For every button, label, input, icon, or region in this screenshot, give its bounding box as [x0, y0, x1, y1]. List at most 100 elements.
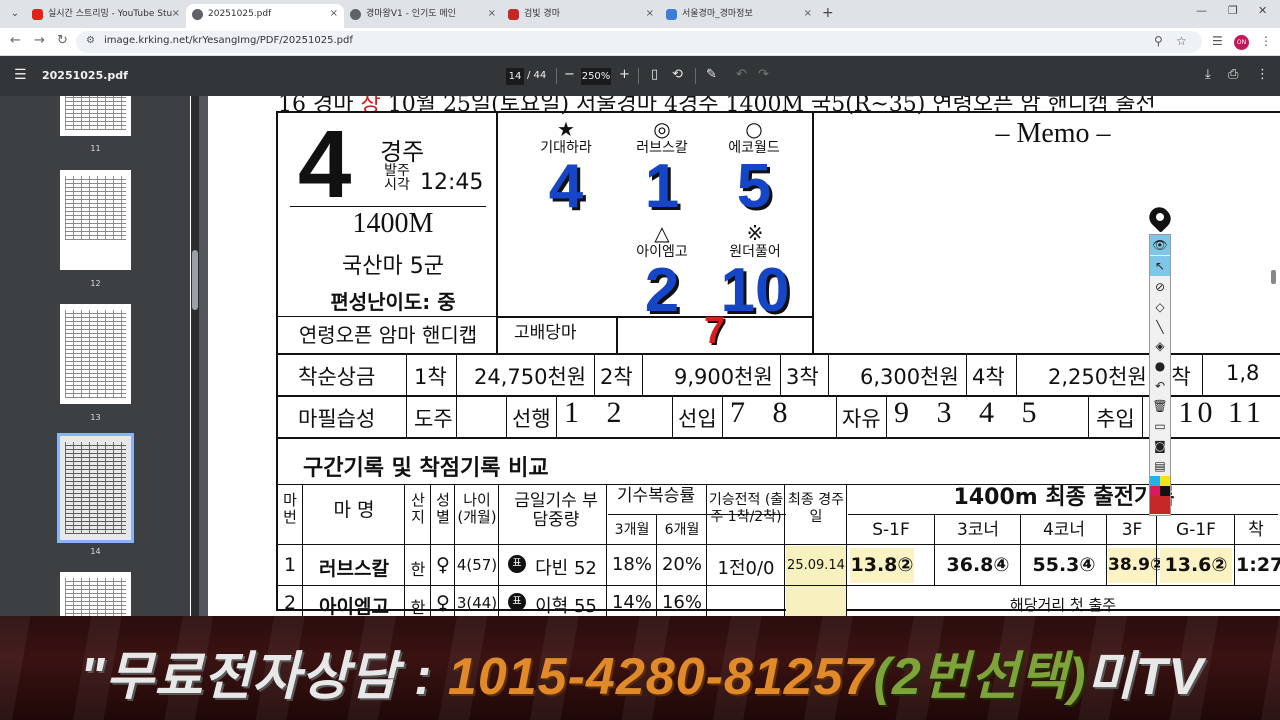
start-time-label: 발주 시각 — [384, 163, 410, 193]
new-tab-button[interactable]: + — [822, 5, 834, 21]
row2-win3: 14% — [611, 592, 652, 613]
reading-list-icon[interactable]: ☰ — [1212, 34, 1223, 48]
close-tab-icon[interactable]: × — [330, 4, 338, 24]
page-total: / 44 — [527, 70, 547, 81]
tab-search-icon[interactable]: ⌄ — [6, 5, 24, 23]
globe-icon — [192, 9, 203, 20]
section-title: 구간기록 및 착점기록 비교 — [303, 456, 549, 481]
memo-title: – Memo – — [995, 118, 1111, 149]
document-scroll-thumb[interactable] — [1271, 270, 1276, 284]
hide-icon[interactable]: ⊘ — [1150, 277, 1170, 297]
page-number-input[interactable]: 14 — [506, 68, 524, 85]
close-tab-icon[interactable]: × — [172, 4, 180, 24]
tab-gyeongmawang[interactable]: 경마왕V1 - 인기도 메인 × — [344, 4, 502, 28]
redo-icon[interactable]: ↷ — [758, 67, 769, 82]
race-condition: 연령오픈 암마 핸디캡 — [298, 323, 478, 347]
maximize-button[interactable]: ❐ — [1228, 4, 1238, 17]
header-6months: 6개월 — [664, 522, 700, 538]
undo-icon[interactable]: ↶ — [736, 67, 747, 82]
highlighter-icon[interactable]: ◇ — [1150, 297, 1170, 317]
minimize-button[interactable]: — — [1196, 4, 1207, 17]
screen-icon[interactable]: ▭ — [1150, 416, 1170, 436]
zoom-input[interactable]: 250% — [581, 68, 611, 85]
close-window-button[interactable]: ✕ — [1258, 4, 1267, 17]
zoom-icon[interactable]: ⚲ — [1154, 34, 1163, 48]
undo-annotation-icon[interactable]: ↶ — [1150, 376, 1170, 396]
fit-page-icon[interactable]: ▯ — [651, 67, 658, 82]
pdf-page: 16 경마 장 10월 25일(토요일) 서울경마 4경주 1400M 국5(R… — [208, 96, 1280, 616]
habit-type: 선입 — [678, 407, 717, 431]
thumbnail-page-11[interactable] — [60, 96, 131, 136]
site-info-icon[interactable]: ⚙ — [86, 35, 95, 46]
sidebar-menu-icon[interactable]: ☰ — [14, 67, 27, 83]
eye-icon[interactable]: 👁 — [1150, 235, 1170, 255]
thumbnail-page-15[interactable] — [60, 572, 131, 616]
header-number: 마번 — [283, 491, 297, 526]
prize-rank: 3착 — [786, 365, 819, 389]
reload-icon[interactable]: ↻ — [57, 33, 68, 48]
thumbnail-page-14[interactable] — [57, 433, 134, 543]
tab-seoul-race[interactable]: 서울경마_경마정보 × — [660, 4, 818, 28]
row1-3corner: 36.8④ — [946, 554, 1010, 576]
habit-type: 선행 — [512, 407, 551, 431]
close-tab-icon[interactable]: × — [646, 4, 654, 24]
dot-icon[interactable]: ● — [1150, 356, 1170, 376]
color-swatch-cyan[interactable] — [1150, 476, 1160, 486]
zoom-out-button[interactable]: − — [564, 67, 575, 82]
download-icon[interactable]: ⤓ — [1205, 67, 1211, 82]
longshot-number: 7 — [704, 310, 726, 352]
sidebar-scroll-thumb[interactable] — [192, 250, 198, 310]
color-swatch-yellow[interactable] — [1160, 476, 1170, 486]
eraser-icon[interactable]: ◈ — [1150, 336, 1170, 356]
header-3corner: 3코너 — [956, 520, 1000, 540]
thumbnail-page-13[interactable] — [60, 304, 131, 404]
trash-icon[interactable]: 🗑 — [1150, 396, 1170, 416]
close-tab-icon[interactable]: × — [488, 4, 496, 24]
close-tab-icon[interactable]: × — [804, 4, 812, 24]
prize-rank: 4착 — [972, 365, 1005, 389]
header-sex: 성별 — [436, 491, 450, 526]
triangle-icon: △ — [654, 221, 670, 245]
header-3months: 3개월 — [614, 522, 650, 538]
more-options-icon[interactable]: ⋮ — [1256, 67, 1269, 82]
cursor-icon[interactable]: ↖ — [1150, 256, 1170, 276]
bookmark-star-icon[interactable]: ☆ — [1176, 34, 1187, 48]
tab-youtube-studio[interactable]: 실시간 스트리밍 - YouTube Stu × — [26, 4, 186, 28]
annotate-pen-icon[interactable]: ✎ — [706, 67, 717, 82]
color-swatch-black[interactable] — [1160, 486, 1170, 496]
color-swatch-magenta[interactable] — [1150, 486, 1160, 496]
url-field[interactable]: ⚙ image.krking.net/krYesangImg/PDF/20251… — [76, 31, 1202, 53]
row1-origin: 한 — [410, 560, 426, 579]
thumbnail-label: 14 — [90, 547, 101, 556]
rotate-icon[interactable]: ⟲ — [672, 67, 683, 82]
camera-icon[interactable]: ◙ — [1150, 436, 1170, 456]
race-difficulty: 편성난이도: 중 — [330, 290, 456, 314]
thumbnail-sidebar: 11 12 13 14 — [0, 96, 190, 616]
sidebar-scrollbar[interactable] — [191, 96, 199, 616]
habit-type: 도주 — [414, 407, 453, 431]
thumbnail-page-12[interactable] — [60, 170, 131, 270]
tab-geombit[interactable]: 검빛 경마 × — [502, 4, 660, 28]
profile-avatar[interactable]: ON — [1234, 35, 1249, 50]
header-horse-name: 마 명 — [333, 499, 375, 521]
pick-triangle: △ 아이엠고 2 — [624, 222, 700, 322]
document-viewport: 16 경마 장 10월 25일(토요일) 서울경마 4경주 1400M 국5(R… — [199, 96, 1280, 616]
pdf-toolbar: ☰ 20251025.pdf 14 / 44 − 250% + ▯ ⟲ ✎ ↶ … — [0, 56, 1280, 96]
pick-circle: ○ 에코월드 5 — [716, 118, 792, 218]
seoul-race-icon — [666, 9, 677, 20]
back-arrow-icon[interactable]: ← — [10, 33, 21, 48]
tab-pdf[interactable]: 20251025.pdf × — [186, 4, 344, 28]
more-menu-icon[interactable]: ⋮ — [1260, 34, 1272, 48]
pick-star: ★ 기대하라 4 — [528, 118, 604, 218]
forward-arrow-icon[interactable]: → — [34, 33, 45, 48]
print-icon[interactable]: ⎙ — [1228, 67, 1238, 82]
row2-age: 3(44) — [456, 594, 498, 612]
pen-icon[interactable]: ╲ — [1150, 317, 1170, 337]
row2-horse-name: 아이엠고 — [319, 596, 389, 616]
thumbnail-label: 13 — [90, 413, 101, 422]
clipboard-icon[interactable]: ▤ — [1150, 456, 1170, 476]
row2-last-race — [786, 586, 846, 616]
color-swatch-red[interactable] — [1150, 496, 1170, 514]
zoom-in-button[interactable]: + — [619, 67, 630, 82]
row1-record: 1전0/0 — [717, 558, 775, 579]
